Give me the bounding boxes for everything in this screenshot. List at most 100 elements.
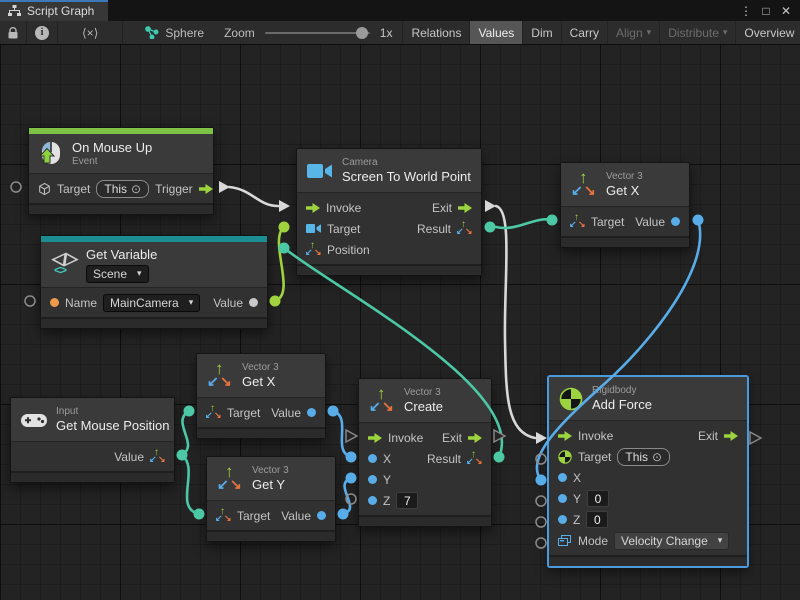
node-footer bbox=[549, 555, 747, 566]
mode-dropdown[interactable]: Velocity Change▾ bbox=[614, 532, 729, 550]
float-port-dot[interactable] bbox=[307, 408, 316, 417]
rigidbody-mini-icon bbox=[558, 450, 572, 464]
node-get-mouse-position[interactable]: Input Get Mouse Position Value ↑↙↘ bbox=[10, 397, 175, 483]
float-port-dot[interactable] bbox=[317, 511, 326, 520]
node-vector3-get-x-top[interactable]: ↑↙↘ Vector 3 Get X ↑↙↘ Target Value bbox=[560, 162, 690, 248]
graph-breadcrumb[interactable]: Sphere bbox=[123, 21, 214, 44]
carry-button[interactable]: Carry bbox=[562, 21, 608, 44]
node-title: Get Mouse Position bbox=[56, 418, 169, 434]
tab-script-graph[interactable]: Script Graph bbox=[0, 0, 108, 21]
variable-scope-dropdown[interactable]: Scene▾ bbox=[86, 265, 149, 283]
port-gv-name[interactable] bbox=[25, 296, 35, 306]
node-title: Get Variable bbox=[86, 247, 157, 263]
port-exit-out[interactable] bbox=[485, 200, 496, 212]
z-value-field[interactable]: 0 bbox=[586, 511, 608, 528]
port-addforce-mode[interactable] bbox=[536, 538, 546, 548]
zoom-to-fit-button[interactable]: ⟨×⟩ bbox=[58, 21, 123, 44]
port-omu-target[interactable] bbox=[11, 182, 21, 192]
wire-mouse-to-gety-target[interactable] bbox=[182, 455, 199, 514]
port-stwp-result-out[interactable] bbox=[485, 222, 496, 233]
port-gmp-value-out[interactable] bbox=[177, 450, 188, 461]
node-vector3-create[interactable]: ↑↙↘ Vector 3 Create Invoke Exit bbox=[358, 378, 492, 527]
port-gy-target-in[interactable] bbox=[194, 509, 205, 520]
lock-button[interactable] bbox=[0, 21, 27, 44]
vector3-icon: ↑↙↘ bbox=[467, 452, 482, 466]
node-footer bbox=[297, 264, 481, 275]
wire-exit-to-addforce-invoke[interactable] bbox=[496, 206, 535, 438]
object-picker-icon[interactable]: ⊙ bbox=[131, 182, 141, 196]
port-addforce-y[interactable] bbox=[536, 496, 546, 506]
port-create-invoke-in[interactable] bbox=[346, 430, 357, 442]
port-gx2-value-out[interactable] bbox=[328, 406, 339, 417]
port-create-x-in[interactable] bbox=[346, 452, 357, 463]
port-addforce-z[interactable] bbox=[536, 517, 546, 527]
float-port-dot[interactable] bbox=[368, 496, 377, 505]
node-row: Invoke Exit bbox=[297, 197, 481, 218]
port-stwp-target-in[interactable] bbox=[279, 222, 290, 233]
graph-canvas[interactable]: On Mouse Up Event Target This⊙ Trigger bbox=[0, 44, 800, 600]
port-create-result-out[interactable] bbox=[494, 452, 505, 463]
object-picker-icon[interactable]: ⊙ bbox=[652, 450, 662, 464]
window-controls: ⋮ □ ✕ bbox=[738, 0, 800, 21]
info-button[interactable]: i bbox=[27, 21, 58, 44]
button-label: Distribute bbox=[668, 26, 719, 40]
port-label: Value bbox=[213, 296, 243, 310]
vector3-icon: ↑↙↘ bbox=[571, 172, 597, 198]
menu-icon[interactable]: ⋮ bbox=[738, 3, 754, 19]
variable-name-dropdown[interactable]: MainCamera▾ bbox=[103, 294, 200, 312]
target-value-chip[interactable]: This⊙ bbox=[96, 180, 149, 198]
port-create-y-in[interactable] bbox=[346, 473, 357, 484]
node-get-variable[interactable]: ◁▷<> Get Variable Scene▾ Name MainCamera… bbox=[40, 235, 268, 329]
graph-name: Sphere bbox=[165, 26, 204, 40]
float-port-dot[interactable] bbox=[558, 494, 567, 503]
node-footer bbox=[561, 236, 689, 247]
dim-button[interactable]: Dim bbox=[523, 21, 561, 44]
align-button[interactable]: Align▾ bbox=[608, 21, 660, 44]
port-stwp-position-in[interactable] bbox=[279, 243, 290, 254]
node-type: Input bbox=[56, 406, 169, 418]
wire-mouse-to-getx-target[interactable] bbox=[182, 411, 189, 455]
node-vector3-get-y[interactable]: ↑↙↘ Vector 3 Get Y ↑↙↘ Target Value bbox=[206, 456, 336, 542]
node-row: Invoke Exit bbox=[359, 427, 491, 448]
button-label: Values bbox=[478, 26, 514, 40]
float-port-dot[interactable] bbox=[671, 217, 680, 226]
port-addforce-invoke-in[interactable] bbox=[536, 432, 547, 444]
node-row: X Result ↑↙↘ bbox=[359, 448, 491, 469]
float-port-dot[interactable] bbox=[368, 454, 377, 463]
port-gv-value-out[interactable] bbox=[270, 296, 281, 307]
zoom-slider[interactable] bbox=[265, 32, 370, 34]
node-on-mouse-up[interactable]: On Mouse Up Event Target This⊙ Trigger bbox=[28, 127, 214, 215]
wire-variable-to-camera-target[interactable] bbox=[275, 227, 284, 301]
wire-trigger-to-invoke[interactable] bbox=[229, 187, 278, 206]
port-addforce-x-in[interactable] bbox=[536, 475, 547, 486]
node-vector3-get-x-mid[interactable]: ↑↙↘ Vector 3 Get X ↑↙↘ Target Value bbox=[196, 353, 326, 439]
port-invoke-in[interactable] bbox=[279, 200, 290, 212]
maximize-icon[interactable]: □ bbox=[758, 3, 774, 19]
float-port-dot[interactable] bbox=[558, 515, 567, 524]
port-gx2-target-in[interactable] bbox=[184, 406, 195, 417]
graph-icon bbox=[145, 26, 159, 39]
values-button[interactable]: Values bbox=[470, 21, 523, 44]
float-port-dot[interactable] bbox=[368, 475, 377, 484]
port-gy-value-out[interactable] bbox=[338, 509, 349, 520]
string-port-dot[interactable] bbox=[50, 298, 59, 307]
port-trigger-out[interactable] bbox=[219, 181, 230, 193]
distribute-button[interactable]: Distribute▾ bbox=[660, 21, 736, 44]
port-gx1-value-out[interactable] bbox=[693, 215, 704, 226]
port-gx1-target-in[interactable] bbox=[547, 215, 558, 226]
z-value-field[interactable]: 7 bbox=[396, 492, 418, 509]
value-port-dot[interactable] bbox=[249, 298, 258, 307]
target-value-chip[interactable]: This⊙ bbox=[617, 448, 670, 466]
node-rigidbody-add-force[interactable]: Rigidbody Add Force Invoke Exit bbox=[548, 376, 748, 567]
port-addforce-exit-out[interactable] bbox=[750, 432, 761, 444]
zoom-slider-handle[interactable] bbox=[356, 27, 368, 39]
port-label: Value bbox=[271, 406, 301, 420]
y-value-field[interactable]: 0 bbox=[587, 490, 609, 507]
float-port-dot[interactable] bbox=[558, 473, 567, 482]
overview-button[interactable]: Overview bbox=[736, 21, 800, 44]
close-icon[interactable]: ✕ bbox=[778, 3, 794, 19]
node-screen-to-world-point[interactable]: Camera Screen To World Point Invoke Exit… bbox=[296, 148, 482, 276]
port-label: Name bbox=[65, 296, 97, 310]
node-row: Y bbox=[359, 469, 491, 490]
relations-button[interactable]: Relations bbox=[403, 21, 470, 44]
